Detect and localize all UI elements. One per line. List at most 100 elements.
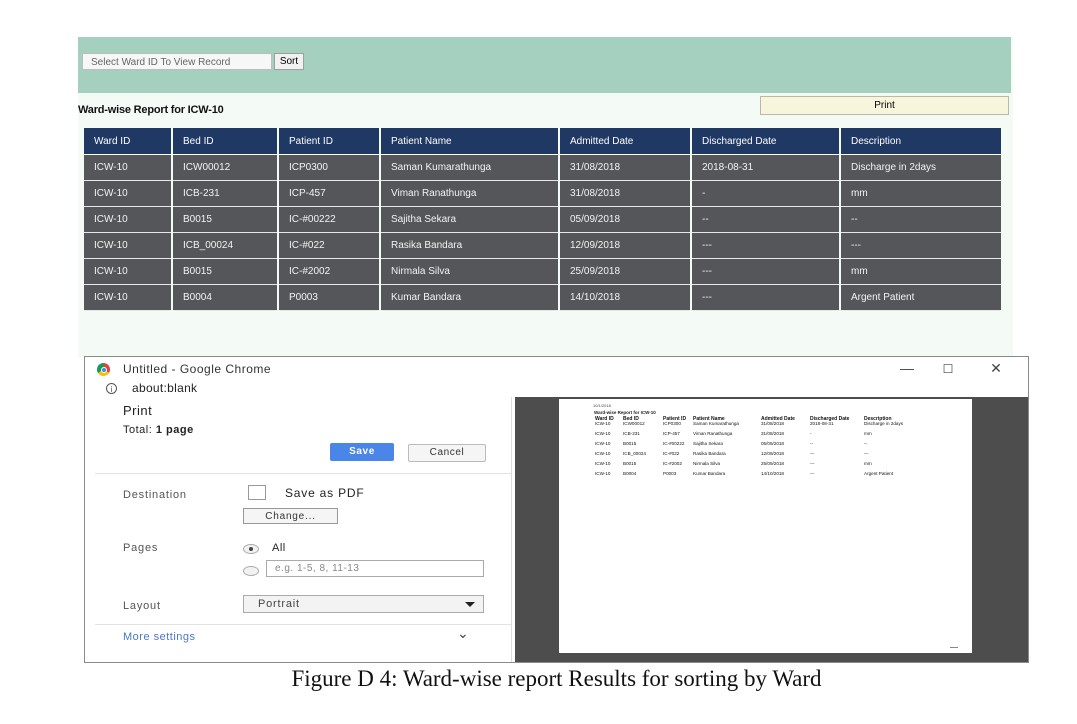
report-title: Ward-wise Report for ICW-10 xyxy=(78,104,224,116)
divider xyxy=(95,473,511,474)
page-range-input[interactable]: e.g. 1-5, 8, 11-13 xyxy=(266,560,484,577)
close-button[interactable]: ✕ xyxy=(984,360,1008,377)
preview-cell: - xyxy=(810,431,812,436)
ward-report-app: Select Ward ID To View Record Sort Ward-… xyxy=(78,37,1013,357)
table-cell: ICB_00024 xyxy=(173,233,277,259)
table-cell: 05/09/2018 xyxy=(560,207,690,233)
total-value: 1 page xyxy=(155,424,194,436)
table-cell: 2018-08-31 xyxy=(692,155,839,181)
table-cell: 25/09/2018 xyxy=(560,259,690,285)
preview-cell: P0003 xyxy=(663,471,677,476)
table-cell: Nirmala Silva xyxy=(381,259,558,285)
table-row: ICW-10 B0015 IC-#2002 Nirmala Silva 25/0… xyxy=(84,259,1001,285)
preview-cell: Kumar Bandara xyxy=(693,471,726,476)
table-cell: Argent Patient xyxy=(841,285,1001,311)
column-header: Patient ID xyxy=(279,128,379,155)
preview-row: ICW-10 ICB-231 ICP-457 Viman Ranathunga … xyxy=(593,431,916,442)
preview-cell: --- xyxy=(810,471,815,476)
total-label: Total: xyxy=(123,424,153,436)
table-cell: 14/10/2018 xyxy=(560,285,690,311)
preview-cell: mm xyxy=(864,431,872,436)
cancel-button[interactable]: Cancel xyxy=(408,444,486,462)
table-cell: ICW-10 xyxy=(84,155,171,181)
table-cell: IC-#022 xyxy=(279,233,379,259)
chrome-logo-icon xyxy=(97,363,110,376)
print-preview-area: 10/1/2018 Ward-wise Report for ICW-10 Wa… xyxy=(515,397,1028,662)
app-header-bar: Select Ward ID To View Record Sort xyxy=(78,37,1011,93)
layout-label: Layout xyxy=(123,600,161,612)
column-header: Discharged Date xyxy=(692,128,839,155)
pages-all-radio[interactable] xyxy=(243,544,259,554)
table-cell: ICW-10 xyxy=(84,285,171,311)
pages-label: Pages xyxy=(123,542,159,554)
pages-range-radio[interactable] xyxy=(243,566,259,576)
pages-all-label: All xyxy=(272,542,286,554)
table-cell: ICW00012 xyxy=(173,155,277,181)
column-header: Admitted Date xyxy=(560,128,690,155)
chrome-print-window: Untitled - Google Chrome — ☐ ✕ i about:b… xyxy=(84,356,1029,663)
table-cell: Rasika Bandara xyxy=(381,233,558,259)
table-cell: B0004 xyxy=(173,285,277,311)
table-cell: B0015 xyxy=(173,259,277,285)
preview-cell: ICW-10 xyxy=(595,471,611,476)
preview-footer-mark xyxy=(950,647,958,648)
preview-cell: --- xyxy=(810,461,815,466)
print-button[interactable]: Print xyxy=(760,96,1009,115)
table-cell: ICP-457 xyxy=(279,181,379,207)
preview-row: ICW-10 B0004 P0003 Kumar Bandara 14/10/2… xyxy=(593,471,916,482)
table-cell: IC-#2002 xyxy=(279,259,379,285)
layout-value: Portrait xyxy=(258,598,300,610)
pdf-file-icon xyxy=(248,485,266,500)
table-cell: ICB-231 xyxy=(173,181,277,207)
table-cell: - xyxy=(692,181,839,207)
more-settings-link[interactable]: More settings xyxy=(123,631,196,643)
minimize-button[interactable]: — xyxy=(895,360,919,376)
table-cell: mm xyxy=(841,259,1001,285)
table-header-row: Ward ID Bed ID Patient ID Patient Name A… xyxy=(84,128,1001,155)
layout-select[interactable]: Portrait xyxy=(243,595,484,613)
table-row: ICW-10 ICB_00024 IC-#022 Rasika Bandara … xyxy=(84,233,1001,259)
chevron-down-icon[interactable]: ⌄ xyxy=(457,625,469,642)
column-header: Bed ID xyxy=(173,128,277,155)
sort-button[interactable]: Sort xyxy=(274,53,304,70)
table-cell: Viman Ranathunga xyxy=(381,181,558,207)
preview-cell: Argent Patient xyxy=(864,471,894,476)
table-cell: Discharge in 2days xyxy=(841,155,1001,181)
table-cell: mm xyxy=(841,181,1001,207)
destination-value: Save as PDF xyxy=(285,486,365,500)
info-icon[interactable]: i xyxy=(106,383,117,394)
table-cell: --- xyxy=(692,285,839,311)
preview-cell: -- xyxy=(864,441,868,446)
preview-page: 10/1/2018 Ward-wise Report for ICW-10 Wa… xyxy=(559,399,972,653)
ward-id-select[interactable]: Select Ward ID To View Record xyxy=(82,53,272,70)
preview-table: Ward ID Bed ID Patient ID Patient Name A… xyxy=(593,417,916,482)
table-cell: -- xyxy=(841,207,1001,233)
table-cell: P0003 xyxy=(279,285,379,311)
table-cell: ICW-10 xyxy=(84,181,171,207)
preview-date: 10/1/2018 xyxy=(593,403,611,408)
divider xyxy=(95,624,511,625)
table-cell: --- xyxy=(692,259,839,285)
address-bar[interactable]: i about:blank xyxy=(85,381,1028,397)
column-header: Patient Name xyxy=(381,128,558,155)
table-cell: IC-#00222 xyxy=(279,207,379,233)
figure-caption: Figure D 4: Ward-wise report Results for… xyxy=(291,666,822,691)
table-cell: ICP0300 xyxy=(279,155,379,181)
table-cell: --- xyxy=(841,233,1001,259)
preview-cell: -- xyxy=(810,441,814,446)
table-cell: B0015 xyxy=(173,207,277,233)
table-cell: 12/09/2018 xyxy=(560,233,690,259)
preview-cell: B0004 xyxy=(623,471,637,476)
table-row: ICW-10 ICW00012 ICP0300 Saman Kumarathun… xyxy=(84,155,1001,181)
save-button[interactable]: Save xyxy=(330,443,394,461)
change-destination-button[interactable]: Change... xyxy=(243,508,338,524)
column-header: Ward ID xyxy=(84,128,171,155)
maximize-button[interactable]: ☐ xyxy=(936,362,960,376)
page-total: Total: 1 page xyxy=(123,424,194,436)
window-title: Untitled - Google Chrome xyxy=(123,362,272,376)
table-row: ICW-10 B0015 IC-#00222 Sajitha Sekara 05… xyxy=(84,207,1001,233)
table-cell: --- xyxy=(692,233,839,259)
preview-cell: --- xyxy=(810,451,815,456)
preview-title: Ward-wise Report for ICW-10 xyxy=(594,410,656,415)
table-cell: -- xyxy=(692,207,839,233)
